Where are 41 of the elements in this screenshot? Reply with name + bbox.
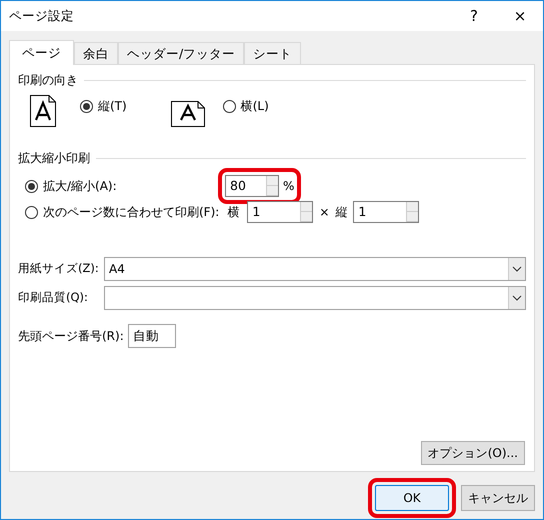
field-label: 先頭ページ番号(R): bbox=[18, 328, 124, 345]
chevron-down-icon bbox=[512, 295, 522, 301]
chevron-down-icon bbox=[512, 266, 522, 272]
field-label: 用紙サイズ(Z): bbox=[18, 260, 100, 278]
spin-box[interactable]: 80 bbox=[225, 175, 279, 197]
help-button[interactable]: ? bbox=[451, 1, 497, 31]
first-page-field[interactable]: 自動 bbox=[128, 324, 176, 348]
group-label: 拡大縮小印刷 bbox=[18, 150, 90, 167]
field-label: 縦 bbox=[335, 204, 348, 221]
radio-label: 拡大/縮小(A): bbox=[43, 178, 117, 195]
radio-button[interactable] bbox=[25, 180, 38, 192]
field-label: 横 bbox=[227, 204, 240, 221]
tab[interactable]: シート bbox=[244, 42, 302, 64]
radio-label: 次のページ数に合わせて印刷(F): bbox=[43, 204, 220, 221]
spin-box[interactable]: 1 bbox=[353, 201, 420, 223]
dropdown[interactable] bbox=[104, 286, 526, 310]
window-title: ページ設定 bbox=[9, 6, 75, 25]
tab[interactable]: 余白 bbox=[74, 42, 118, 64]
dialog-button[interactable]: キャンセル bbox=[461, 485, 535, 511]
times-label: × bbox=[319, 204, 330, 221]
spin-box[interactable]: 1 bbox=[247, 201, 314, 223]
portrait-page-icon bbox=[30, 95, 56, 127]
radio-label: 横(L) bbox=[240, 98, 269, 115]
radio-label: 縦(T) bbox=[98, 98, 127, 115]
pages-tall-field[interactable]: 1 bbox=[354, 202, 406, 222]
radio-button[interactable] bbox=[80, 100, 93, 112]
tab[interactable]: ヘッダー/フッター bbox=[118, 42, 244, 64]
radio-button[interactable] bbox=[25, 206, 38, 218]
radio-button[interactable] bbox=[222, 100, 236, 112]
pages-wide-field[interactable]: 1 bbox=[248, 202, 300, 222]
field-label: 印刷品質(Q): bbox=[18, 289, 89, 306]
unit-label: % bbox=[283, 178, 294, 195]
spin-buttons[interactable] bbox=[300, 202, 312, 222]
dropdown[interactable]: A4 bbox=[104, 257, 526, 281]
scale-field[interactable]: 80 bbox=[226, 176, 266, 196]
tab[interactable]: ページ bbox=[9, 40, 74, 65]
landscape-page-icon bbox=[170, 101, 205, 127]
spin-buttons[interactable] bbox=[406, 202, 418, 222]
options-button[interactable]: オプション(O)... bbox=[420, 441, 525, 465]
close-button[interactable]: × bbox=[497, 1, 543, 31]
group-label: 印刷の向き bbox=[18, 72, 78, 89]
